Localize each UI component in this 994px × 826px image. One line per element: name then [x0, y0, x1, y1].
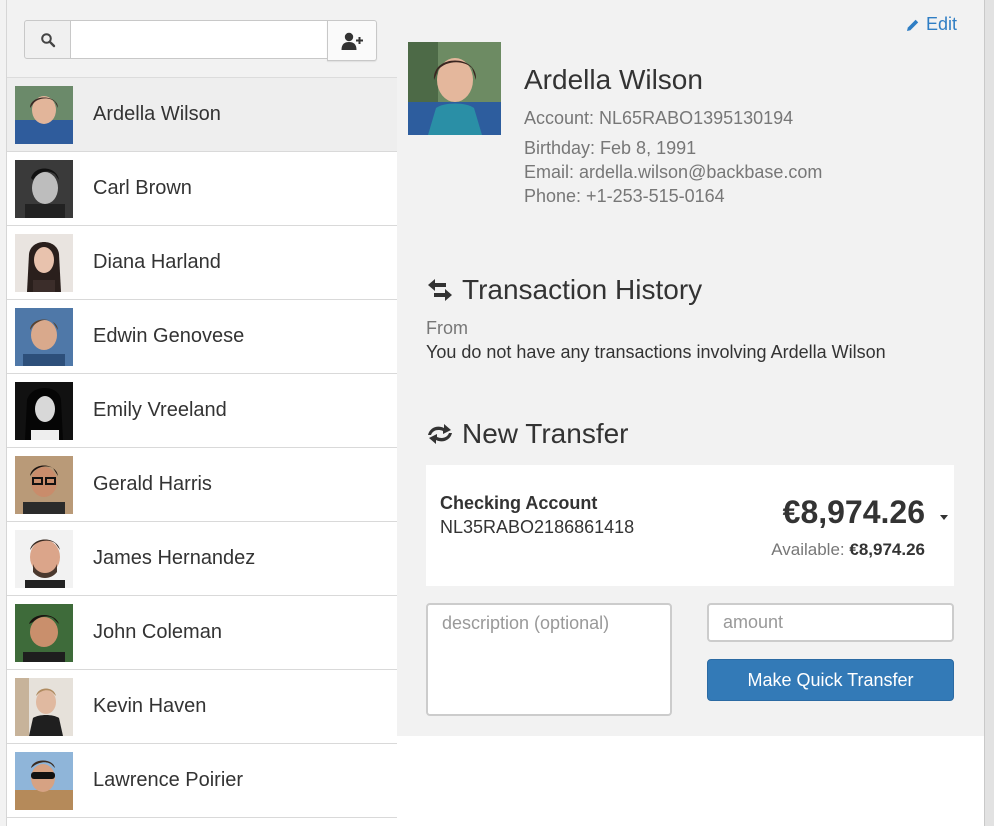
contact-name: Lawrence Poirier [93, 769, 244, 791]
contact-name: James Hernandez [93, 547, 256, 569]
avatar [15, 85, 73, 144]
account-number: Account: NL65RABO1395130194 [524, 108, 794, 128]
edit-link[interactable]: Edit [906, 14, 957, 35]
contact-item[interactable]: John Coleman [7, 596, 397, 670]
contact-name: Edwin Genovese [93, 325, 245, 347]
contact-name: Diana Harland [93, 251, 221, 273]
account-name: Checking Account [440, 493, 598, 513]
avatar [15, 529, 73, 588]
description-input[interactable] [426, 603, 672, 716]
avatar [15, 603, 73, 662]
contact-item[interactable]: James Hernandez [7, 522, 397, 596]
contact-item[interactable]: Lawrence Poirier [7, 744, 397, 818]
available-label: Available: [771, 540, 845, 559]
search-bar [7, 0, 397, 78]
contact-list: Ardella Wilson Carl Brown Diana Harland … [7, 78, 397, 818]
window-scrollbar[interactable] [984, 0, 994, 826]
edit-label: Edit [925, 14, 957, 34]
account-selector[interactable]: Checking Account NL35RABO2186861418 €8,9… [426, 465, 954, 586]
exchange-icon [428, 279, 452, 301]
avatar [15, 307, 73, 366]
avatar [15, 455, 73, 514]
search-button[interactable] [24, 20, 71, 59]
available-amount: €8,974.26 [849, 540, 925, 559]
phone: Phone: +1-253-515-0164 [524, 186, 725, 206]
search-input[interactable] [70, 20, 328, 59]
transaction-history-title: Transaction History [462, 274, 703, 305]
avatar [15, 159, 73, 218]
email: Email: ardella.wilson@backbase.com [524, 162, 823, 182]
transaction-history-heading: Transaction History [426, 274, 702, 306]
profile-photo [408, 42, 501, 135]
avatar [15, 751, 73, 810]
contact-item[interactable]: Ardella Wilson [7, 78, 397, 152]
contact-name: Gerald Harris [93, 473, 212, 495]
no-transactions-message: You do not have any transactions involvi… [426, 342, 886, 362]
available-balance: Available: €8,974.26 [771, 540, 925, 560]
account-balance: €8,974.26 [782, 494, 925, 530]
caret-down-icon[interactable] [940, 515, 948, 520]
contacts-sidebar: Ardella Wilson Carl Brown Diana Harland … [7, 0, 397, 826]
contact-item[interactable]: Carl Brown [7, 152, 397, 226]
contact-item[interactable]: Emily Vreeland [7, 374, 397, 448]
contact-name: Ardella Wilson [93, 103, 221, 125]
contact-name: Kevin Haven [93, 695, 207, 717]
contact-name: Emily Vreeland [93, 399, 227, 421]
contact-item[interactable]: Edwin Genovese [7, 300, 397, 374]
contact-item[interactable]: Kevin Haven [7, 670, 397, 744]
add-user-icon [341, 32, 363, 50]
avatar [15, 233, 73, 292]
new-transfer-title: New Transfer [462, 418, 629, 449]
contact-name: John Coleman [93, 621, 222, 643]
new-transfer-heading: New Transfer [426, 418, 629, 450]
amount-input[interactable] [707, 603, 954, 642]
window-left-border [0, 0, 7, 826]
search-icon [40, 32, 55, 47]
contact-full-name: Ardella Wilson [524, 64, 703, 95]
transfer-icon [428, 424, 452, 444]
contact-name: Carl Brown [93, 177, 192, 199]
pencil-icon [906, 19, 919, 31]
avatar [15, 381, 73, 440]
avatar [15, 677, 73, 736]
birthday: Birthday: Feb 8, 1991 [524, 138, 697, 158]
make-quick-transfer-button[interactable]: Make Quick Transfer [707, 659, 954, 701]
account-iban: NL35RABO2186861418 [440, 517, 635, 537]
contact-item[interactable]: Gerald Harris [7, 448, 397, 522]
contact-detail-panel: Edit Ardella Wilson Account: NL65RABO139… [397, 0, 984, 736]
add-contact-button[interactable] [327, 20, 377, 61]
contact-item[interactable]: Diana Harland [7, 226, 397, 300]
from-label: From [426, 318, 468, 338]
